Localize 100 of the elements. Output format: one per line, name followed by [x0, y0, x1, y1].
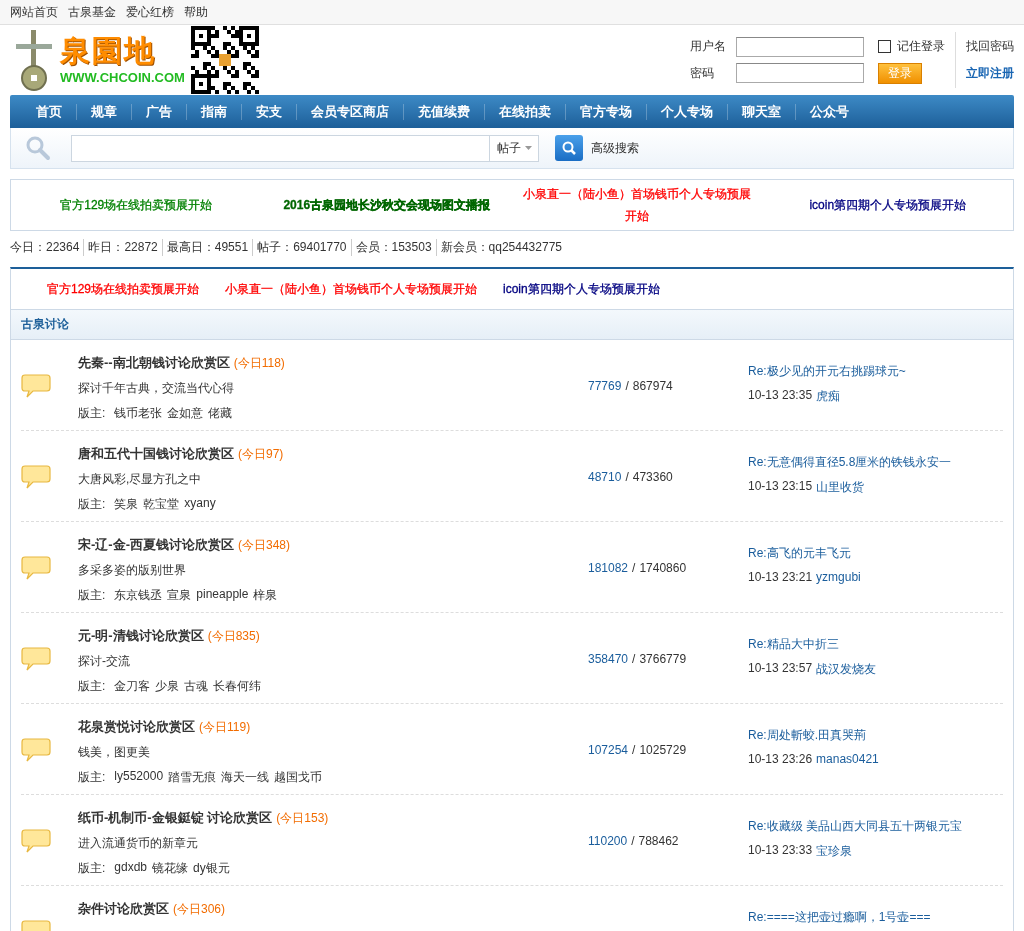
speech-bubble-icon: [21, 463, 51, 491]
advanced-search-link[interactable]: 高级搜索: [591, 139, 639, 157]
forum-description: 多采多姿的版别世界: [78, 562, 187, 579]
moderator-link[interactable]: 乾宝堂: [143, 496, 180, 513]
remember-checkbox[interactable]: 记住登录: [878, 38, 945, 55]
search-icon: [25, 135, 51, 161]
post-count: 1025729: [639, 743, 687, 757]
nav-item[interactable]: 安支: [242, 103, 297, 120]
post-count: 788462: [638, 834, 679, 848]
username-field[interactable]: [736, 36, 864, 57]
last-post-link[interactable]: Re:周处斬蛟.田真哭荊: [748, 727, 1003, 744]
forum-title[interactable]: 杂件讨论欣赏区: [78, 900, 169, 918]
forum-title[interactable]: 纸币-机制币-金银鋌锭 讨论欣赏区: [78, 809, 273, 827]
nav-item[interactable]: 聊天室: [728, 103, 796, 120]
last-post-user[interactable]: 宝珍泉: [816, 843, 853, 860]
moderator-link[interactable]: pineapple: [196, 587, 249, 604]
nav-item[interactable]: 个人专场: [647, 103, 728, 120]
username-label: 用户名: [690, 38, 726, 55]
thread-count[interactable]: 107254: [588, 743, 629, 757]
last-post-user[interactable]: 虎痴: [816, 388, 841, 405]
announcement-link[interactable]: 官方129场在线拍卖预展开始: [47, 280, 200, 298]
speech-bubble-icon: [21, 645, 51, 673]
register-link[interactable]: 立即注册: [966, 65, 1014, 82]
nav-item[interactable]: 指南: [187, 103, 242, 120]
ad-link[interactable]: icoin第四期个人专场预展开始: [762, 194, 1013, 216]
announcement-link[interactable]: 小泉直一（陆小鱼）首场钱币个人专场预展开始: [225, 280, 478, 298]
ad-link[interactable]: 官方129场在线拍卖预展开始: [11, 194, 262, 216]
stat-text: 昨日：22872: [83, 238, 162, 256]
top-link[interactable]: 古泉基金: [68, 3, 116, 21]
moderator-link[interactable]: 金刀客: [114, 678, 151, 695]
forum-title[interactable]: 先秦--南北朝钱讨论欣赏区: [78, 354, 230, 372]
last-post-user[interactable]: manas0421: [816, 752, 879, 766]
last-post-time: 10-13 23:26: [748, 752, 813, 766]
moderator-link[interactable]: 东京钱丞: [114, 587, 163, 604]
top-link[interactable]: 帮助: [184, 3, 208, 21]
search-field[interactable]: 帖子: [71, 134, 539, 162]
thread-count[interactable]: 110200: [588, 834, 628, 848]
moderator-link[interactable]: gdxdb: [114, 860, 148, 877]
moderator-link[interactable]: 钱币老张: [114, 405, 163, 422]
moderator-link[interactable]: ly552000: [114, 769, 164, 786]
forum-title[interactable]: 花泉赏悦讨论欣赏区: [78, 718, 195, 736]
today-count: (今日97): [238, 446, 284, 463]
forgot-password-link[interactable]: 找回密码: [966, 38, 1014, 55]
password-field[interactable]: [736, 63, 864, 83]
top-link[interactable]: 爱心红榜: [126, 3, 174, 21]
post-count: 473360: [632, 470, 673, 484]
moderator-link[interactable]: dy银元: [193, 860, 230, 877]
thread-count[interactable]: 77769: [588, 379, 622, 393]
moderator-link[interactable]: 越国戈币: [274, 769, 323, 786]
ad-link[interactable]: 小泉直一（陆小鱼）首场钱币个人专场预展开始: [512, 183, 763, 227]
nav-item[interactable]: 规章: [77, 103, 132, 120]
forum-title[interactable]: 元-明-清钱讨论欣赏区: [78, 627, 204, 645]
nav-item[interactable]: 官方专场: [566, 103, 647, 120]
moderator-label: 版主:: [78, 769, 106, 786]
nav-item[interactable]: 在线拍卖: [485, 103, 566, 120]
nav-item[interactable]: 公众号: [796, 103, 863, 120]
moderator-link[interactable]: 海天一线: [221, 769, 270, 786]
moderator-link[interactable]: 佬藏: [208, 405, 233, 422]
moderator-link[interactable]: 古魂: [184, 678, 209, 695]
search-type-dropdown[interactable]: 帖子: [489, 135, 538, 161]
password-label: 密码: [690, 64, 715, 82]
top-link[interactable]: 网站首页: [10, 3, 58, 21]
moderator-link[interactable]: xyany: [184, 496, 216, 513]
announcement-link[interactable]: icoin第四期个人专场预展开始: [503, 280, 660, 298]
moderator-link[interactable]: 宣泉: [167, 587, 192, 604]
last-post-time: 10-13 23:15: [748, 479, 813, 495]
last-post-link[interactable]: Re:====这把壶过瘾啊，1号壶===: [748, 909, 1003, 926]
moderator-link[interactable]: 笑泉: [114, 496, 139, 513]
moderator-label: 版主:: [78, 496, 106, 513]
moderator-link[interactable]: 金如意: [167, 405, 204, 422]
moderator-link[interactable]: 镜花缘: [152, 860, 189, 877]
nav-item[interactable]: 广告: [132, 103, 187, 120]
moderator-link[interactable]: 长春何纬: [213, 678, 262, 695]
thread-count[interactable]: 358470: [588, 652, 629, 666]
thread-count[interactable]: 181082: [588, 561, 629, 575]
nav-item[interactable]: 会员专区商店: [297, 103, 404, 120]
thread-count[interactable]: 48710: [588, 470, 622, 484]
last-post-link[interactable]: Re:极少见的开元右挑踢球元~: [748, 363, 1003, 380]
moderator-link[interactable]: 踏雪无痕: [168, 769, 217, 786]
last-post-user[interactable]: 战汉发烧友: [816, 661, 877, 678]
last-post-link[interactable]: Re:高飞的元丰飞元: [748, 545, 1003, 562]
speech-bubble-icon: [21, 372, 51, 400]
post-count: 1740860: [639, 561, 687, 575]
last-post-link[interactable]: Re:无意偶得直径5.8厘米的铁钱永安一: [748, 454, 1003, 471]
last-post-user[interactable]: 山里收货: [816, 479, 865, 496]
forum-title[interactable]: 宋-辽-金-西夏钱讨论欣赏区: [78, 536, 234, 554]
last-post-time: 10-13 23:57: [748, 661, 813, 677]
nav-item[interactable]: 充值续费: [404, 103, 485, 120]
stat-text: 帖子：69401770: [252, 238, 351, 256]
nav-item[interactable]: 首页: [22, 103, 77, 120]
last-post-user[interactable]: yzmgubi: [816, 570, 861, 584]
forum-title[interactable]: 唐和五代十国钱讨论欣赏区: [78, 445, 234, 463]
moderator-link[interactable]: 梓泉: [253, 587, 278, 604]
today-count: (今日306): [173, 901, 225, 918]
moderator-link[interactable]: 少泉: [155, 678, 180, 695]
last-post-link[interactable]: Re:收藏级 美品山西大同县五十两银元宝: [748, 818, 1003, 835]
search-button[interactable]: [555, 135, 583, 161]
moderator-label: 版主:: [78, 405, 106, 422]
last-post-link[interactable]: Re:精品大中折三: [748, 636, 1003, 653]
ad-link[interactable]: 2016古泉园地长沙秋交会现场图文播报: [261, 194, 512, 216]
